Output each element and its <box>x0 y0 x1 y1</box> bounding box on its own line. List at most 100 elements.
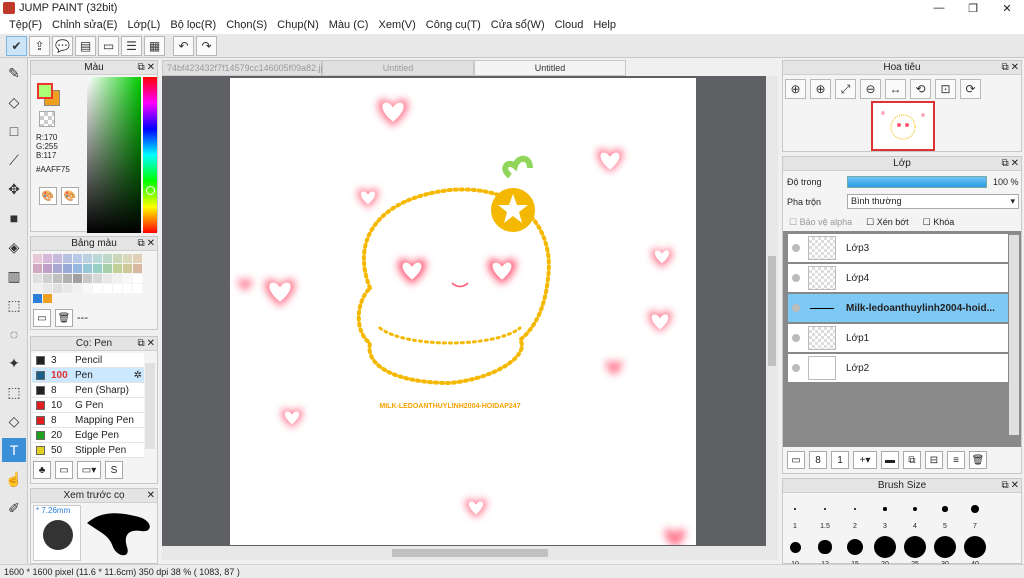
color-swatch[interactable] <box>133 264 142 273</box>
eyedropper-tool-icon[interactable]: ✐ <box>2 496 26 520</box>
color-swatch[interactable] <box>113 274 122 283</box>
color-swatch[interactable] <box>43 294 52 303</box>
color-swatch[interactable] <box>33 284 42 293</box>
color-swatch[interactable] <box>103 264 112 273</box>
minimize-button[interactable]: — <box>922 0 956 16</box>
rect-select-tool-icon[interactable]: □ <box>2 119 26 143</box>
color-swatch[interactable] <box>63 264 72 273</box>
maximize-button[interactable]: ❐ <box>956 0 990 16</box>
color-swatch[interactable] <box>83 274 92 283</box>
color-swatch[interactable] <box>73 264 82 273</box>
panel-close-icon[interactable]: ✕ <box>1011 479 1019 492</box>
tab-untitled-1[interactable]: Untitled <box>322 60 474 76</box>
panel-detach-icon[interactable]: ⧉ <box>1001 61 1008 74</box>
delete-layer-icon[interactable]: 🗑 <box>969 451 987 469</box>
undo-icon[interactable]: ↶ <box>173 35 194 56</box>
canvas-horizontal-scrollbar[interactable] <box>162 546 778 560</box>
color-swatch[interactable] <box>113 284 122 293</box>
fill-rect-tool-icon[interactable]: ■ <box>2 206 26 230</box>
color-swatch[interactable] <box>43 284 52 293</box>
menu-window[interactable]: Cửa sổ(W) <box>486 19 550 31</box>
layer-row[interactable]: Lớp3 <box>787 233 1009 263</box>
color-swatch[interactable] <box>103 274 112 283</box>
color-swatch[interactable] <box>33 264 42 273</box>
color-swatch[interactable] <box>33 294 42 303</box>
layer-properties-icon[interactable]: ≡ <box>947 451 965 469</box>
color-swatch[interactable] <box>113 254 122 263</box>
color-swatch[interactable] <box>43 254 52 263</box>
brush-item[interactable]: 3 Pencil <box>32 353 144 368</box>
line-tool-icon[interactable]: ⟋ <box>2 148 26 172</box>
canvas-vertical-scrollbar[interactable] <box>766 76 778 546</box>
new-swatch-icon[interactable]: ▭ <box>33 309 51 327</box>
brush-item[interactable]: 8 Pen (Sharp) <box>32 383 144 398</box>
lasso-tool-icon[interactable]: ◌ <box>2 322 26 346</box>
color-swatch[interactable] <box>103 254 112 263</box>
panel-close-icon[interactable]: ✕ <box>147 61 155 74</box>
color-swatch[interactable] <box>73 274 82 283</box>
brush-size-dot[interactable] <box>789 541 801 553</box>
text-tool-icon[interactable]: T <box>2 438 26 462</box>
reset-rotation-icon[interactable]: ⊡ <box>935 79 956 99</box>
brush-size-dot[interactable] <box>853 507 857 511</box>
transparent-color-swatch[interactable] <box>39 111 55 127</box>
brush-tree-icon[interactable]: ♣ <box>33 461 51 479</box>
panel-close-icon[interactable]: ✕ <box>147 237 155 250</box>
color-swatch[interactable] <box>53 274 62 283</box>
brush-list-scrollbar[interactable] <box>145 363 155 449</box>
bucket-tool-icon[interactable]: ◈ <box>2 235 26 259</box>
color-swatch[interactable] <box>123 254 132 263</box>
color-swatch[interactable] <box>103 284 112 293</box>
color-swatch[interactable] <box>123 264 132 273</box>
grid-icon[interactable]: ▦ <box>144 35 165 56</box>
hue-slider[interactable] <box>143 77 157 233</box>
brush-item-selected[interactable]: 100 Pen ✲ <box>32 368 144 383</box>
new-layer-1bit-icon[interactable]: 1 <box>831 451 849 469</box>
panel-detach-icon[interactable]: ⧉ <box>1001 479 1008 492</box>
document-icon[interactable]: ▭ <box>98 35 119 56</box>
opacity-slider[interactable] <box>847 176 987 188</box>
color-swatch[interactable] <box>73 284 82 293</box>
menu-tools[interactable]: Công cụ(T) <box>421 19 486 31</box>
brush-size-dot[interactable] <box>964 536 986 558</box>
layer-row[interactable]: Lớp1 <box>787 323 1009 353</box>
color-swatch[interactable] <box>33 274 42 283</box>
color-swatch[interactable] <box>53 254 62 263</box>
gear-icon[interactable]: ✲ <box>134 370 142 381</box>
brush-item[interactable]: 20 Edge Pen <box>32 428 144 443</box>
eye-icon[interactable] <box>792 304 800 312</box>
color-swatch[interactable] <box>53 264 62 273</box>
panel-close-icon[interactable]: ✕ <box>147 489 155 502</box>
panel-detach-icon[interactable]: ⧉ <box>137 337 144 350</box>
chat-icon[interactable]: 💬 <box>52 35 73 56</box>
color-swatch[interactable] <box>43 264 52 273</box>
menu-color[interactable]: Màu (C) <box>324 19 374 31</box>
menu-file[interactable]: Tệp(F) <box>4 19 47 31</box>
magic-wand-tool-icon[interactable]: ✦ <box>2 351 26 375</box>
color-swatch[interactable] <box>93 264 102 273</box>
fit-window-icon[interactable]: ⤢ <box>835 79 856 99</box>
palette-edit-icon[interactable]: 🎨 <box>61 187 79 205</box>
tab-untitled-2[interactable]: Untitled <box>474 60 626 76</box>
swatch-grid[interactable] <box>33 254 142 303</box>
panel-detach-icon[interactable]: ⧉ <box>1001 157 1008 170</box>
color-swatch[interactable] <box>83 264 92 273</box>
menu-layer[interactable]: Lớp(L) <box>122 19 165 31</box>
eraser-tool-icon[interactable]: ◇ <box>2 90 26 114</box>
canvas-workspace[interactable]: MILK-LEDOANTHUYLINH2004-HOIDAP247 <box>162 76 778 546</box>
eye-icon[interactable] <box>792 244 800 252</box>
gradient-tool-icon[interactable]: ▥ <box>2 264 26 288</box>
color-swatch[interactable] <box>43 274 52 283</box>
brush-size-dot[interactable] <box>794 508 796 510</box>
brush-settings-icon[interactable]: S <box>105 461 123 479</box>
brush-size-dot[interactable] <box>824 508 826 510</box>
brush-size-dot[interactable] <box>874 536 896 558</box>
zoom-in-icon[interactable]: ⊕ <box>810 79 831 99</box>
brush-size-dot[interactable] <box>904 536 926 558</box>
select-eraser-tool-icon[interactable]: ◇ <box>2 409 26 433</box>
panel-close-icon[interactable]: ✕ <box>1011 61 1019 74</box>
actual-size-icon[interactable]: ↔ <box>885 79 906 99</box>
layer-list-scrollbar[interactable] <box>1009 235 1019 435</box>
color-swatch[interactable] <box>83 254 92 263</box>
eye-icon[interactable] <box>792 274 800 282</box>
